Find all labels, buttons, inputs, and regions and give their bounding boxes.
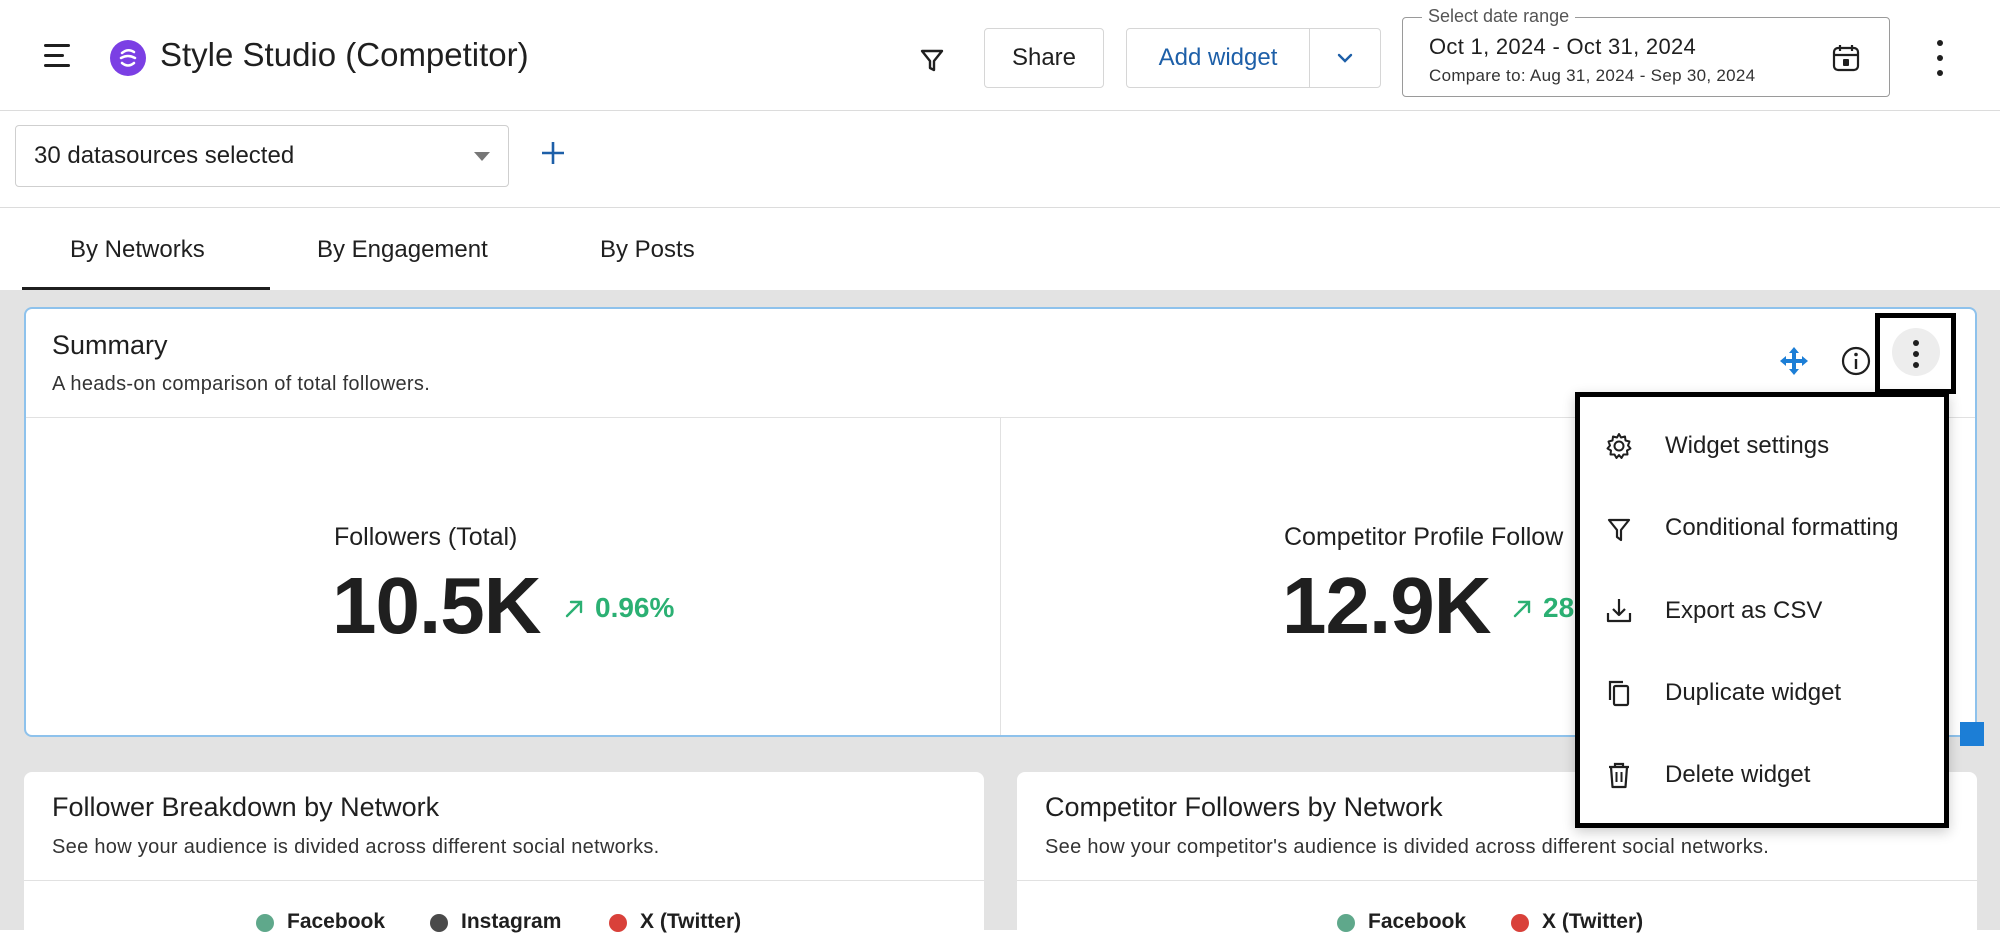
brand-logo-icon: [110, 40, 146, 76]
legend-dot-instagram: [430, 914, 448, 932]
divider: [1017, 880, 1977, 881]
legend-label: Facebook: [287, 910, 386, 933]
legend-label: X (Twitter): [1542, 910, 1644, 933]
tab-by-networks[interactable]: By Networks: [70, 236, 205, 264]
summary-subtitle: A heads-on comparison of total followers…: [52, 373, 431, 395]
menu-item-export-csv[interactable]: Export as CSV: [1665, 597, 1822, 625]
menu-item-delete-widget[interactable]: Delete widget: [1665, 761, 1810, 789]
add-datasource-icon[interactable]: [538, 138, 568, 168]
share-button[interactable]: Share: [984, 28, 1104, 88]
legend-dot-facebook: [256, 914, 274, 932]
legend-label: X (Twitter): [640, 910, 742, 933]
divider: [24, 880, 984, 881]
trash-icon[interactable]: [1604, 760, 1634, 790]
filter-icon[interactable]: [912, 40, 952, 80]
add-widget-dropdown-button[interactable]: [1309, 28, 1381, 88]
card-subtitle: See how your audience is divided across …: [52, 836, 660, 858]
datasource-select-value: 30 datasources selected: [34, 142, 295, 169]
legend-dot-x: [1511, 914, 1529, 932]
metric-change: 28: [1543, 592, 1575, 623]
card-subtitle: See how your competitor's audience is di…: [1045, 836, 1770, 858]
page-title: Style Studio (Competitor): [160, 36, 529, 73]
menu-icon[interactable]: [44, 44, 72, 68]
calendar-icon[interactable]: [1830, 42, 1862, 74]
metric-label: Followers (Total): [334, 523, 518, 551]
caret-down-icon: [474, 152, 490, 161]
divider: [1000, 418, 1001, 735]
date-compare-value: Compare to: Aug 31, 2024 - Sep 30, 2024: [1429, 66, 1756, 85]
resize-handle[interactable]: [1960, 722, 1984, 746]
info-icon[interactable]: [1840, 345, 1872, 377]
trend-up-icon: [562, 597, 586, 626]
legend-dot-x: [609, 914, 627, 932]
filter-icon[interactable]: [1604, 514, 1634, 544]
date-range-value: Oct 1, 2024 - Oct 31, 2024: [1429, 34, 1697, 59]
menu-item-conditional-formatting[interactable]: Conditional formatting: [1665, 514, 1898, 542]
download-icon[interactable]: [1604, 596, 1634, 626]
metric-change: 0.96%: [595, 592, 675, 623]
chevron-down-icon: [1337, 53, 1353, 63]
card-title: Competitor Followers by Network: [1045, 792, 1443, 822]
more-options-icon[interactable]: [1928, 40, 1952, 76]
add-widget-button[interactable]: Add widget: [1126, 28, 1310, 88]
metric-value: 12.9K: [1282, 561, 1491, 650]
menu-item-duplicate-widget[interactable]: Duplicate widget: [1665, 679, 1841, 707]
metric-value: 10.5K: [332, 561, 541, 650]
summary-title: Summary: [52, 330, 168, 360]
legend-dot-facebook: [1337, 914, 1355, 932]
date-range-legend: Select date range: [1422, 6, 1576, 27]
tab-by-engagement[interactable]: By Engagement: [317, 236, 488, 264]
tab-by-posts[interactable]: By Posts: [600, 236, 695, 264]
menu-item-widget-settings[interactable]: Widget settings: [1665, 432, 1829, 460]
legend-label: Instagram: [461, 910, 562, 933]
trend-up-icon: [1510, 597, 1534, 626]
move-icon[interactable]: [1779, 346, 1809, 376]
tab-bar: [0, 208, 2000, 290]
metric-label: Competitor Profile Follow: [1284, 523, 1564, 551]
card-title: Follower Breakdown by Network: [52, 792, 440, 822]
more-options-icon[interactable]: [1910, 340, 1922, 368]
gear-icon[interactable]: [1604, 431, 1634, 461]
copy-icon[interactable]: [1604, 678, 1634, 708]
legend-label: Facebook: [1368, 910, 1467, 933]
